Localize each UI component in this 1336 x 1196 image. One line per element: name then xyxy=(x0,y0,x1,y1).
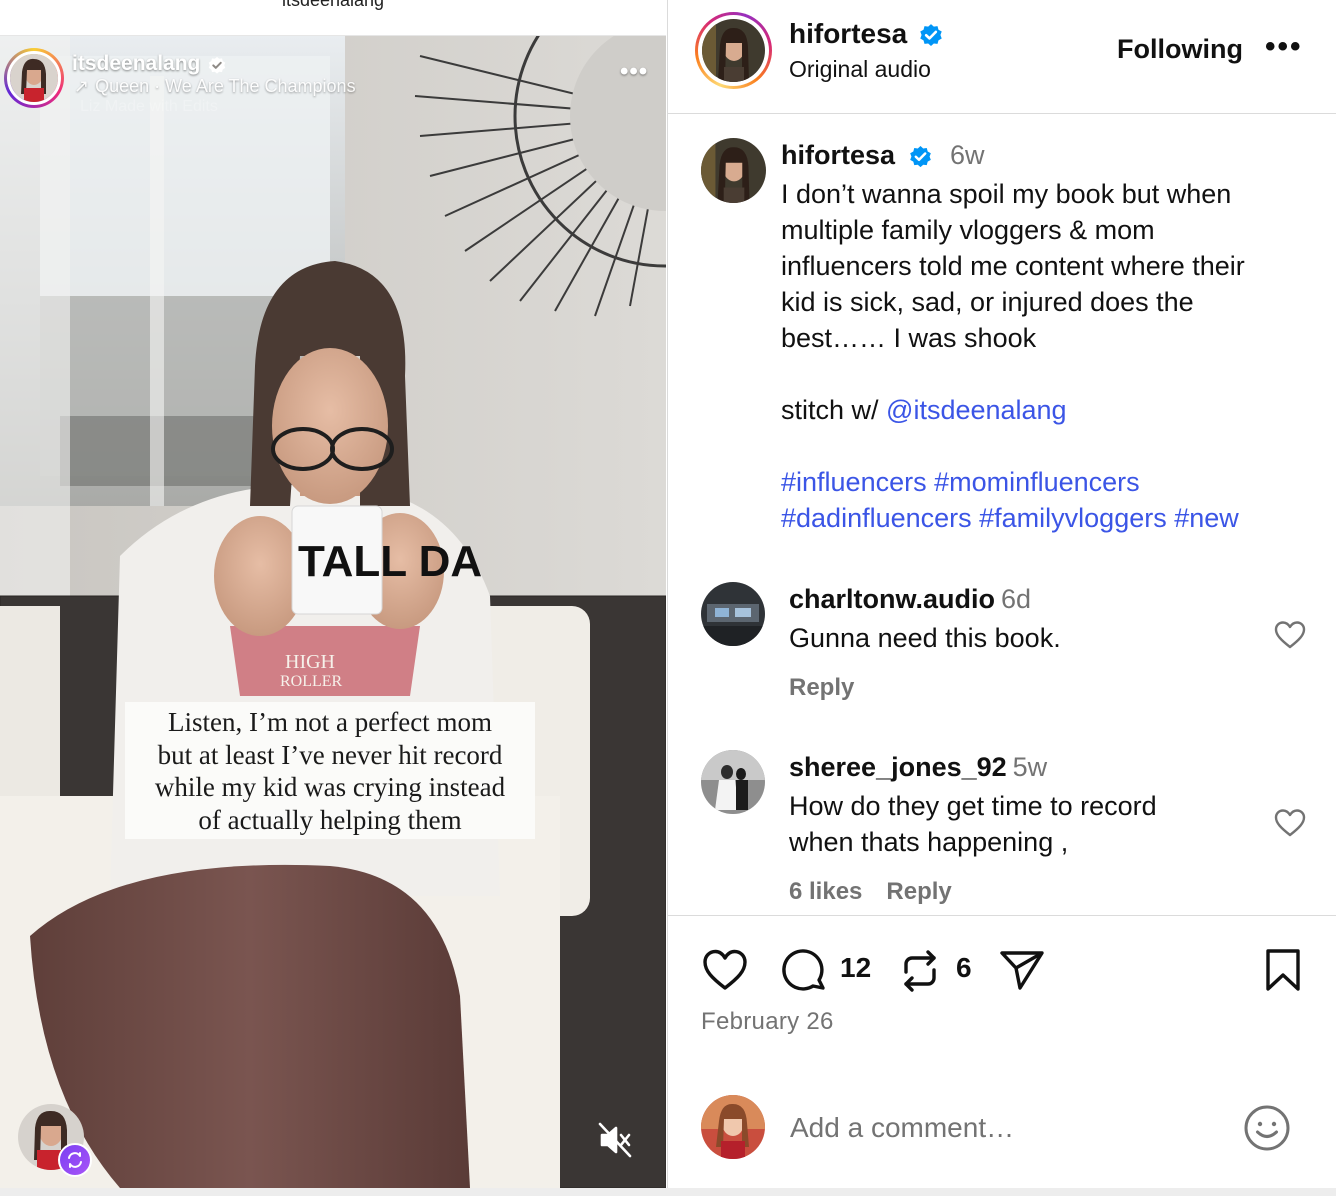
video-caption-box: Listen, I’m not a perfect mom but at lea… xyxy=(125,702,535,839)
share-paper-plane-icon[interactable] xyxy=(998,948,1046,992)
video-caption-line: of actually helping them xyxy=(198,804,462,835)
add-comment-bar xyxy=(668,1066,1336,1196)
post-date[interactable]: February 26 xyxy=(701,1008,834,1036)
comment-text: Gunna need this book. xyxy=(789,620,1229,656)
comment-input[interactable] xyxy=(790,1106,1210,1150)
caption-text: I don’t wanna spoil my book but when mul… xyxy=(781,176,1321,536)
current-user-avatar xyxy=(701,1095,765,1159)
video-player[interactable]: itsdeenalang TALL DA HIGH ROLLER itsdeen… xyxy=(0,0,666,1188)
comment-meta: 6 likes Reply xyxy=(789,878,952,906)
video-caption-line: Listen, I’m not a perfect mom xyxy=(168,707,492,737)
post-header: hifortesa Original audio Following ••• xyxy=(668,0,1336,114)
video-caption-line: while my kid was crying instead xyxy=(154,772,506,802)
video-caption-line: but at least I’ve never hit record xyxy=(157,739,503,770)
caption-line: influencers told me content where their xyxy=(781,251,1245,281)
comment-username-text[interactable]: charltonw.audio xyxy=(789,584,995,614)
caption-author-avatar[interactable] xyxy=(701,138,766,203)
original-audio-label: Queen · We Are The Champions xyxy=(95,76,356,96)
comment-like-heart-icon[interactable] xyxy=(1273,808,1307,838)
following-button[interactable]: Following xyxy=(1117,34,1243,65)
original-audio-link[interactable]: Original audio xyxy=(789,56,931,83)
shirt-text-1: HIGH xyxy=(285,651,335,673)
comment-likes-count[interactable]: 6 likes xyxy=(789,878,862,906)
mute-icon[interactable] xyxy=(598,1120,634,1160)
hashtags-line[interactable]: #dadinfluencers #familyvloggers #new xyxy=(781,500,1321,536)
post-actions-bar: 12 6 February 26 xyxy=(668,915,1336,1065)
repost-count: 6 xyxy=(956,952,972,983)
original-creator-avatar[interactable] xyxy=(4,48,64,108)
reply-button[interactable]: Reply xyxy=(789,674,854,702)
verified-badge-icon xyxy=(208,56,226,74)
repost-icon[interactable] xyxy=(898,948,942,994)
comment-username-text[interactable]: sheree_jones_92 xyxy=(789,752,1007,782)
comment-text: How do they get time to record when that… xyxy=(789,788,1229,860)
caption-line: multiple family vloggers & mom xyxy=(781,215,1155,245)
bottom-border xyxy=(0,1188,1336,1196)
comment-like-heart-icon[interactable] xyxy=(1273,620,1307,650)
comment-line: How do they get time to record xyxy=(789,791,1157,821)
caption-line: kid is sick, sad, or injured does the xyxy=(781,287,1194,317)
mug-text: TALL DA xyxy=(298,537,482,586)
commenter-avatar[interactable] xyxy=(701,750,765,814)
video-top-label: itsdeenalang xyxy=(281,0,385,10)
video-frame: TALL DA HIGH ROLLER xyxy=(0,36,666,1188)
verified-badge-icon xyxy=(920,24,942,46)
caption-line: best…… I was shook xyxy=(781,323,1037,353)
more-options-icon[interactable]: ••• xyxy=(1265,30,1303,64)
author-username[interactable]: hifortesa xyxy=(789,18,907,50)
comment-line: Gunna need this book. xyxy=(789,623,1061,653)
original-creator-username[interactable]: itsdeenalang xyxy=(72,52,200,76)
comment-count: 12 xyxy=(840,952,872,983)
stitch-line: stitch w/ @itsdeenalang xyxy=(781,392,1321,428)
original-audio-link[interactable]: ↗ Queen · We Are The Champions xyxy=(74,76,356,97)
comment-meta: Reply xyxy=(789,674,854,702)
original-faded-label: Liz Made with Edits xyxy=(80,98,218,115)
video-more-options-icon[interactable]: ••• xyxy=(620,58,648,86)
caption-line: I don’t wanna spoil my book but when xyxy=(781,179,1232,209)
remix-icon xyxy=(58,1143,92,1177)
comment-line: when thats happening , xyxy=(789,827,1069,857)
verified-badge-icon xyxy=(910,146,931,168)
like-heart-icon[interactable] xyxy=(701,948,749,992)
post-details-panel: hifortesa Original audio Following ••• h… xyxy=(667,0,1336,1196)
commenter-avatar[interactable] xyxy=(701,582,765,646)
caption-timestamp[interactable]: 6w xyxy=(950,140,985,171)
arrow-up-right-icon: ↗ xyxy=(74,76,90,96)
original-video-header: itsdeenalang ↗ Queen · We Are The Champi… xyxy=(0,36,666,126)
comment-time[interactable]: 6d xyxy=(1001,584,1031,614)
save-bookmark-icon[interactable] xyxy=(1264,948,1302,992)
author-story-avatar[interactable] xyxy=(695,12,772,89)
stitch-prefix: stitch w/ xyxy=(781,395,887,425)
comment-time[interactable]: 5w xyxy=(1013,752,1048,782)
shirt-text-2: ROLLER xyxy=(280,673,343,690)
hashtags-line[interactable]: #influencers #mominfluencers xyxy=(781,464,1321,500)
stitch-mention-link[interactable]: @itsdeenalang xyxy=(886,395,1067,425)
comment-username[interactable]: sheree_jones_92 5w xyxy=(789,752,1047,783)
comment-username[interactable]: charltonw.audio 6d xyxy=(789,584,1031,615)
emoji-smiley-icon[interactable] xyxy=(1243,1104,1291,1152)
caption-author-username[interactable]: hifortesa xyxy=(781,140,895,171)
video-top-strip: itsdeenalang xyxy=(0,0,666,36)
comment-bubble-icon[interactable] xyxy=(781,948,829,994)
reply-button[interactable]: Reply xyxy=(886,878,951,906)
